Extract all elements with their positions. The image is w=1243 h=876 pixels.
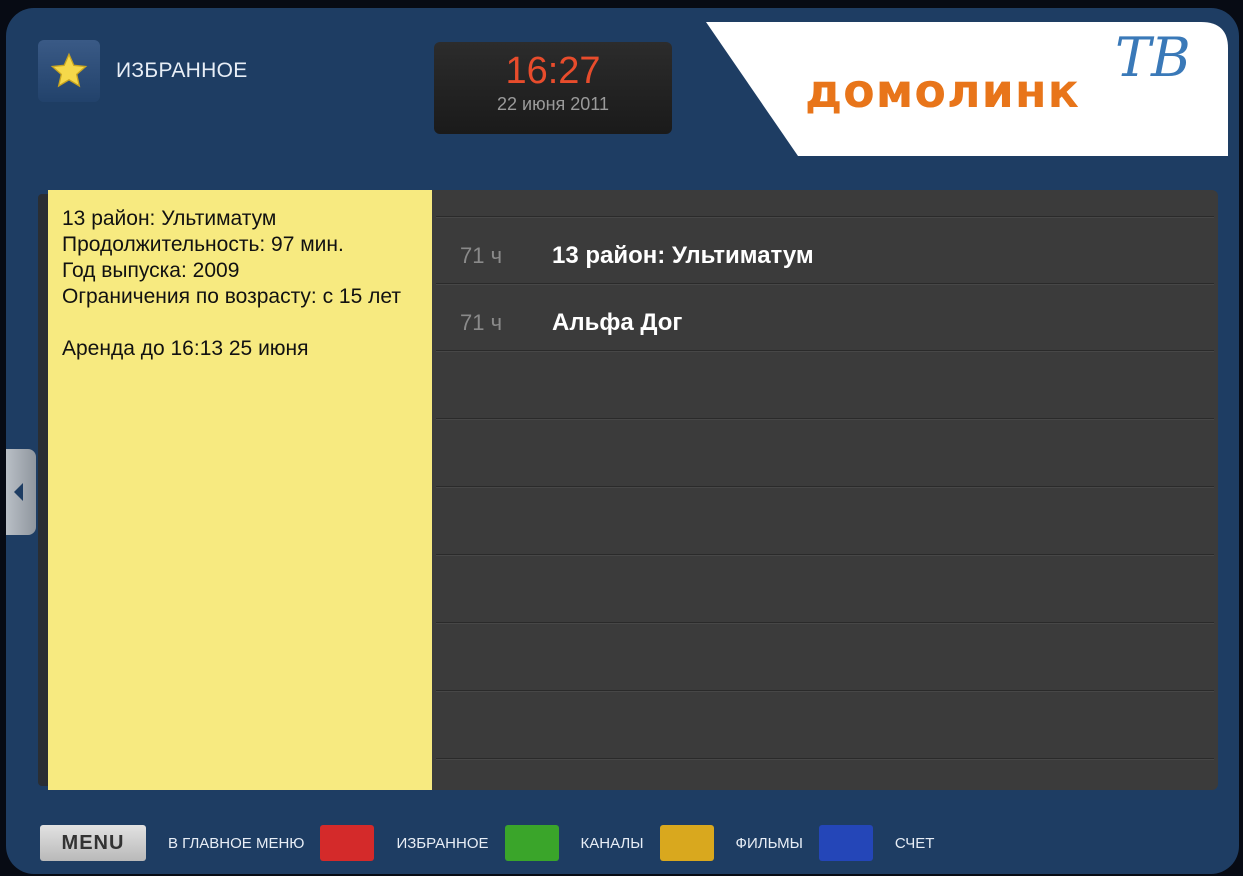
list-item[interactable]: 71 ч 13 район: Ультиматум: [432, 222, 1218, 290]
item-title: Альфа Дог: [552, 309, 683, 336]
info-year: Год выпуска: 2009: [62, 259, 240, 282]
green-key-button[interactable]: [504, 825, 559, 861]
clock-widget: 16:27 22 июня 2011: [434, 42, 672, 134]
movies-label: ФИЛЬМЫ: [735, 834, 803, 852]
movie-list: 71 ч 13 район: Ультиматум 71 ч Альфа Дог: [432, 190, 1218, 790]
side-panel-toggle[interactable]: [6, 449, 36, 535]
row-separator: [436, 622, 1214, 624]
panel-edge: [38, 194, 48, 786]
logo-tv: ТВ: [1115, 26, 1191, 89]
item-rental-hours: 71 ч: [460, 243, 503, 268]
favorites-label: ИЗБРАННОЕ: [396, 834, 489, 852]
red-key-button[interactable]: [320, 825, 375, 861]
logo-text: домолинк: [805, 64, 1080, 118]
chevron-left-icon: [14, 483, 23, 501]
brand-logo: домолинк ТВ: [713, 24, 1223, 142]
item-title: 13 район: Ультиматум: [552, 242, 814, 269]
movie-info-panel: 13 район: Ультиматум Продолжительность: …: [48, 190, 432, 790]
row-separator: [436, 690, 1214, 692]
section-header: ИЗБРАННОЕ: [38, 40, 248, 102]
blue-key-button[interactable]: [818, 825, 873, 861]
star-icon: [50, 52, 88, 88]
clock-date: 22 июня 2011: [497, 94, 609, 114]
row-separator: [436, 554, 1214, 556]
row-separator: [436, 758, 1214, 760]
info-rental: Аренда до 16:13 25 июня: [62, 337, 309, 360]
row-separator: [436, 418, 1214, 420]
info-duration: Продолжительность: 97 мин.: [62, 233, 344, 256]
main-menu-label: В ГЛАВНОЕ МЕНЮ: [168, 834, 305, 852]
movie-info: 13 район: Ультиматум Продолжительность: …: [62, 206, 422, 362]
favorites-badge: [38, 40, 100, 102]
page-title: ИЗБРАННОЕ: [116, 59, 248, 82]
footer-bar: MENU В ГЛАВНОЕ МЕНЮ ИЗБРАННОЕ КАНАЛЫ ФИЛ…: [40, 823, 950, 863]
yellow-key-button[interactable]: [659, 825, 714, 861]
info-age-limit: Ограничения по возрасту: с 15 лет: [62, 285, 401, 308]
info-title: 13 район: Ультиматум: [62, 207, 277, 230]
account-label: СЧЕТ: [894, 834, 935, 852]
channels-label: КАНАЛЫ: [580, 834, 644, 852]
clock-time: 16:27: [505, 50, 601, 92]
menu-button[interactable]: MENU: [40, 825, 146, 861]
row-separator: [436, 216, 1214, 218]
item-rental-hours: 71 ч: [460, 310, 503, 335]
row-separator: [436, 486, 1214, 488]
list-item[interactable]: 71 ч Альфа Дог: [432, 289, 1218, 357]
